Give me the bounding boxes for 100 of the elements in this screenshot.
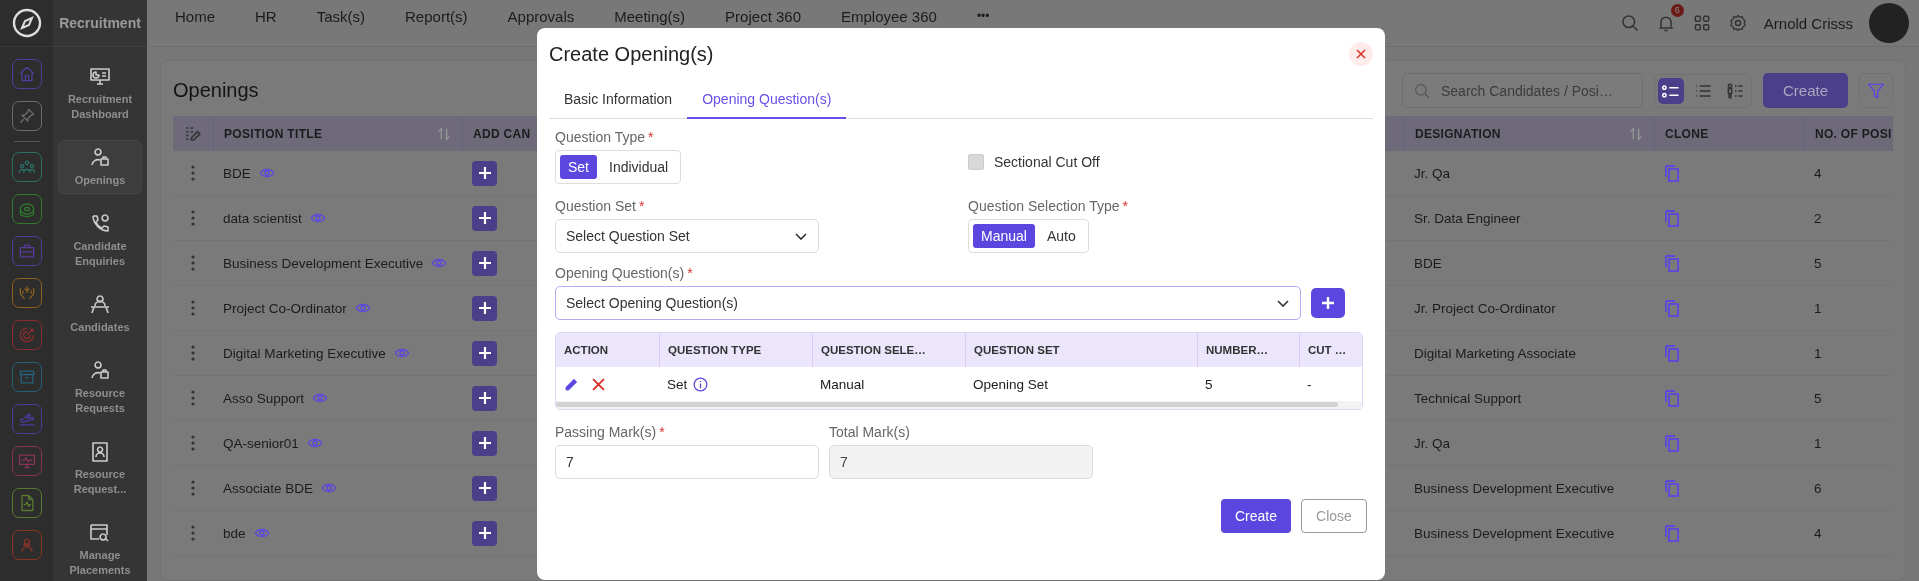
add-candidate-button[interactable] <box>472 205 497 231</box>
copy-icon[interactable] <box>1664 479 1680 497</box>
kebab-menu-icon[interactable] <box>190 210 196 226</box>
checkbox[interactable] <box>968 153 984 170</box>
view-button[interactable] <box>1658 77 1684 104</box>
rail-button[interactable] <box>11 278 42 308</box>
segment-option[interactable]: Set <box>560 155 597 179</box>
kebab-menu-icon[interactable] <box>190 255 196 271</box>
segment-option[interactable]: Auto <box>1038 224 1084 248</box>
kebab-menu-icon[interactable] <box>190 165 196 181</box>
sort-icon[interactable] <box>436 125 452 142</box>
table-cell: 1 <box>1814 300 1822 316</box>
nav-link[interactable]: Meeting(s) <box>614 8 686 25</box>
nav-link[interactable]: Task(s) <box>316 8 366 25</box>
kebab-menu-icon[interactable] <box>190 525 196 541</box>
nav-link[interactable]: Project 360 <box>725 8 801 25</box>
input-field[interactable]: 7 <box>555 445 819 479</box>
segment-option[interactable]: Individual <box>601 155 677 179</box>
info-icon[interactable] <box>693 376 709 392</box>
copy-icon[interactable] <box>1664 389 1680 407</box>
rail-button[interactable] <box>11 59 42 89</box>
create-button[interactable]: Create <box>1763 73 1848 108</box>
column-header: POSITION TITLE <box>224 126 323 141</box>
copy-icon[interactable] <box>1664 299 1680 317</box>
kebab-menu-icon[interactable] <box>190 480 196 496</box>
scrollbar-thumb[interactable] <box>556 402 1338 407</box>
rail-button[interactable] <box>11 446 42 476</box>
opening-questions-dropdown[interactable]: Select Opening Question(s) <box>555 286 1301 320</box>
nav-link[interactable]: Report(s) <box>405 8 468 25</box>
close-button[interactable] <box>1349 42 1373 66</box>
avatar[interactable] <box>1869 3 1909 43</box>
nav-link[interactable]: HR <box>255 8 277 25</box>
add-candidate-button[interactable] <box>472 340 497 366</box>
page-title: Openings <box>173 79 259 102</box>
required-mark: * <box>687 265 693 281</box>
create-button[interactable]: Create <box>1221 499 1291 533</box>
search-field[interactable]: Search Candidates / Posi… <box>1402 73 1643 108</box>
add-candidate-button[interactable] <box>472 475 497 501</box>
tab[interactable]: Opening Question(s) <box>687 80 847 119</box>
copy-icon[interactable] <box>1664 254 1680 272</box>
close-icon <box>1356 49 1366 59</box>
nav-link[interactable]: Home <box>175 8 215 25</box>
settings-icon[interactable] <box>1727 13 1748 33</box>
add-candidate-button[interactable] <box>472 385 497 411</box>
table-cell: Asso Support <box>223 390 305 406</box>
delete-x-icon[interactable] <box>592 377 605 391</box>
more-menu[interactable]: ••• <box>976 8 990 25</box>
rail-button[interactable] <box>11 194 42 224</box>
field-label: Opening Question(s) <box>555 265 685 281</box>
kebab-menu-icon[interactable] <box>190 300 196 316</box>
nav-link[interactable]: Approvals <box>507 8 575 25</box>
app-name: Recruitment <box>59 15 141 31</box>
filter-button[interactable] <box>1859 73 1893 108</box>
plus-icon <box>476 480 493 496</box>
search-icon[interactable] <box>1619 13 1640 33</box>
column-header: CLONE <box>1665 126 1709 141</box>
rail-button[interactable] <box>11 530 42 560</box>
add-candidate-button[interactable] <box>472 430 497 456</box>
rail-button[interactable] <box>11 236 42 266</box>
add-candidate-button[interactable] <box>472 295 497 321</box>
kebab-menu-icon[interactable] <box>190 345 196 361</box>
table-cell: Jr. Qa <box>1414 165 1450 181</box>
copy-icon[interactable] <box>1664 209 1680 227</box>
sidebar-item[interactable]: Candidate Enquiries <box>58 206 142 275</box>
kebab-menu-icon[interactable] <box>190 435 196 451</box>
question-set-dropdown[interactable]: Select Question Set <box>555 219 819 253</box>
add-candidate-button[interactable] <box>472 520 497 546</box>
edit-pencil-icon[interactable] <box>564 376 580 392</box>
rail-button[interactable] <box>11 404 42 434</box>
sidebar-item[interactable]: Candidates <box>58 287 142 341</box>
sidebar-item[interactable]: Resource Request... <box>58 434 142 503</box>
table-cell: Jr. Project Co-Ordinator <box>1414 300 1556 316</box>
copy-icon[interactable] <box>1664 164 1680 182</box>
copy-icon[interactable] <box>1664 524 1680 542</box>
sidebar-item[interactable]: Resource Requests <box>58 353 142 422</box>
rail-button[interactable] <box>11 488 42 518</box>
sidebar-item[interactable]: Openings <box>58 140 142 194</box>
add-question-button[interactable] <box>1311 288 1345 318</box>
table-cell: 4 <box>1814 165 1822 181</box>
add-candidate-button[interactable] <box>472 250 497 276</box>
table-cell: Associate BDE <box>223 480 314 496</box>
rail-button[interactable] <box>11 320 42 350</box>
user-name[interactable]: Arnold Crisss <box>1763 14 1853 32</box>
copy-icon[interactable] <box>1664 344 1680 362</box>
nav-link[interactable]: Employee 360 <box>841 8 937 25</box>
rail-button[interactable] <box>11 101 42 131</box>
column-header: ACTION <box>564 344 609 356</box>
rail-button[interactable] <box>11 152 42 182</box>
sort-icon[interactable] <box>1628 125 1644 142</box>
tab[interactable]: Basic Information <box>549 80 688 119</box>
rail-button[interactable] <box>11 362 42 392</box>
dialog-title: Create Opening(s) <box>549 42 714 66</box>
sidebar-item[interactable]: Manage Placements <box>58 515 142 581</box>
close-button[interactable]: Close <box>1301 499 1367 533</box>
add-candidate-button[interactable] <box>472 160 497 186</box>
sidebar-item[interactable]: Recruitment Dashboard <box>58 59 142 128</box>
column-settings-icon[interactable] <box>184 124 202 143</box>
segment-option[interactable]: Manual <box>973 224 1035 248</box>
copy-icon[interactable] <box>1664 434 1680 452</box>
kebab-menu-icon[interactable] <box>190 390 196 406</box>
